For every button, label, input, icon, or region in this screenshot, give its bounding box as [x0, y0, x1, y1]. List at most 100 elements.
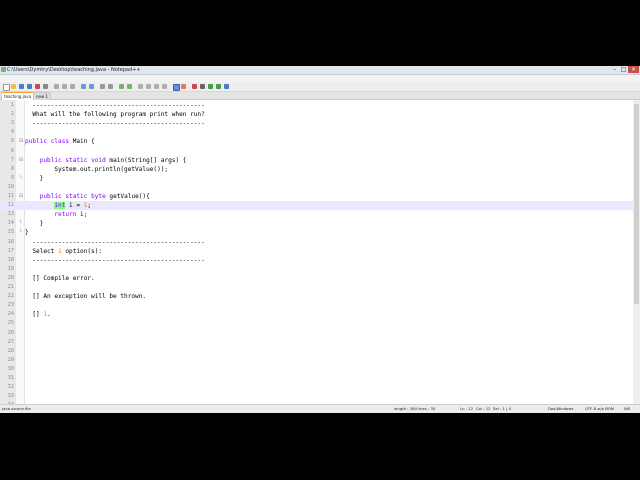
scrollbar-thumb[interactable]: [634, 104, 639, 304]
run-macro-multiple-icon[interactable]: [216, 84, 221, 89]
sync-scroll-icon[interactable]: [138, 84, 143, 89]
redo-icon[interactable]: [89, 84, 94, 89]
open-file-icon[interactable]: [11, 84, 16, 89]
zoom-in-icon[interactable]: [119, 84, 124, 89]
code-line[interactable]: 20 [] Compile error.: [0, 274, 633, 283]
line-number: 16: [7, 238, 14, 245]
code-line[interactable]: 27: [0, 338, 633, 347]
line-number: 17: [7, 247, 14, 254]
code-text: return i;: [54, 211, 88, 219]
word-wrap-icon[interactable]: [146, 84, 151, 89]
show-all-chars-icon[interactable]: [154, 84, 159, 89]
line-number: 25: [7, 320, 14, 327]
fold-marker-icon[interactable]: └: [19, 174, 22, 183]
record-macro-icon[interactable]: [192, 84, 197, 89]
code-editor[interactable]: 1 --------------------------------------…: [0, 100, 633, 404]
code-line[interactable]: 30: [0, 365, 633, 374]
stop-macro-icon[interactable]: [200, 84, 205, 89]
code-line[interactable]: 16 -------------------------------------…: [0, 238, 633, 247]
line-number: 7: [10, 156, 14, 163]
code-line[interactable]: 28: [0, 347, 633, 356]
code-line[interactable]: 5 ⊟ public class Main {: [0, 137, 633, 146]
play-macro-icon[interactable]: [208, 84, 213, 89]
paste-icon[interactable]: [70, 84, 75, 89]
fold-marker-icon[interactable]: └: [19, 219, 22, 228]
code-line[interactable]: 6: [0, 147, 633, 156]
line-number: 11: [7, 193, 14, 199]
code-line[interactable]: 29: [0, 356, 633, 365]
close-icon[interactable]: ×: [628, 66, 639, 73]
line-number: 14: [7, 220, 14, 227]
indent-guide-icon[interactable]: [162, 84, 167, 89]
status-col: Col : 12: [476, 406, 491, 411]
line-number: 4: [10, 129, 14, 136]
menu-bar: Файл Правка Поиск Вид Кодировки Синтакси…: [0, 75, 640, 91]
line-number: 19: [7, 265, 14, 272]
doc-map-icon[interactable]: [173, 84, 180, 91]
code-line[interactable]: 32: [0, 383, 633, 392]
code-line[interactable]: 8 System.out.println(getValue());: [0, 165, 633, 174]
code-line[interactable]: 9 └ }: [0, 174, 633, 183]
fold-marker-icon[interactable]: ⊟: [19, 192, 23, 201]
new-file-icon[interactable]: [3, 84, 10, 91]
fold-marker-icon[interactable]: ⊟: [19, 137, 23, 146]
line-number: 28: [7, 347, 14, 354]
code-text: }: [25, 229, 29, 237]
fold-marker-icon[interactable]: ⊟: [19, 156, 23, 165]
code-text: int i = 1;: [54, 202, 92, 210]
zoom-out-icon[interactable]: [127, 84, 132, 89]
code-line[interactable]: 3 --------------------------------------…: [0, 119, 633, 128]
line-number: 3: [10, 120, 14, 127]
line-number: 6: [10, 147, 14, 154]
code-line[interactable]: 7 ⊟ public static void main(String[] args…: [0, 156, 633, 165]
code-line[interactable]: 1 --------------------------------------…: [0, 101, 633, 110]
code-line[interactable]: 25: [0, 319, 633, 328]
status-mode: INS: [624, 406, 631, 411]
status-ln: Ln : 12: [460, 406, 474, 411]
undo-icon[interactable]: [81, 84, 86, 89]
line-number: 29: [7, 356, 14, 363]
code-line[interactable]: 24 [] 1.: [0, 310, 633, 319]
function-list-icon[interactable]: [181, 84, 186, 89]
code-text: public static void main(String[] args) {: [39, 156, 187, 164]
code-line[interactable]: 26: [0, 329, 633, 338]
code-line[interactable]: 19: [0, 265, 633, 274]
line-number: 31: [7, 375, 14, 381]
code-line[interactable]: 15 └}: [0, 228, 633, 237]
line-number: 24: [7, 311, 14, 318]
code-line[interactable]: 31: [0, 374, 633, 383]
code-line[interactable]: 13 return i;: [0, 210, 633, 219]
code-line[interactable]: 22 [] An exception will be thrown.: [0, 292, 633, 301]
tab-new-1[interactable]: new 1: [33, 92, 52, 100]
print-icon[interactable]: [43, 84, 48, 89]
cut-icon[interactable]: [54, 84, 59, 89]
code-line[interactable]: 18 -------------------------------------…: [0, 256, 633, 265]
code-text: ----------------------------------------…: [25, 120, 205, 128]
save-macro-icon[interactable]: [224, 84, 229, 89]
code-line[interactable]: 12 int i = 1;: [0, 201, 633, 211]
code-line[interactable]: 23: [0, 301, 633, 310]
code-line[interactable]: 2 What will the following program print …: [0, 110, 633, 119]
code-line[interactable]: 21: [0, 283, 633, 292]
line-number: 21: [7, 284, 14, 290]
fold-marker-icon[interactable]: └: [19, 228, 22, 237]
app-icon: [1, 67, 6, 72]
code-line[interactable]: 11 ⊟ public static byte getValue(){: [0, 192, 633, 201]
window-title: C:\Users\Dymtry\Desktop\teaching.java - …: [7, 67, 141, 73]
code-line[interactable]: 4: [0, 128, 633, 137]
vertical-scrollbar[interactable]: [633, 100, 640, 404]
replace-icon[interactable]: [108, 84, 113, 89]
maximize-icon[interactable]: □: [619, 66, 628, 73]
copy-icon[interactable]: [62, 84, 67, 89]
minimize-icon[interactable]: –: [610, 66, 619, 73]
find-icon[interactable]: [100, 84, 105, 89]
status-filetype: Java source file: [2, 406, 31, 411]
close-file-icon[interactable]: [35, 84, 40, 89]
code-line[interactable]: 33: [0, 392, 633, 401]
save-all-icon[interactable]: [27, 84, 32, 89]
tab-teaching-java[interactable]: teaching.java: [1, 92, 35, 100]
code-line[interactable]: 10: [0, 183, 633, 192]
save-icon[interactable]: [19, 84, 24, 89]
code-line[interactable]: 17 Select 1 option(s):: [0, 247, 633, 256]
code-line[interactable]: 14 └ }: [0, 219, 633, 228]
